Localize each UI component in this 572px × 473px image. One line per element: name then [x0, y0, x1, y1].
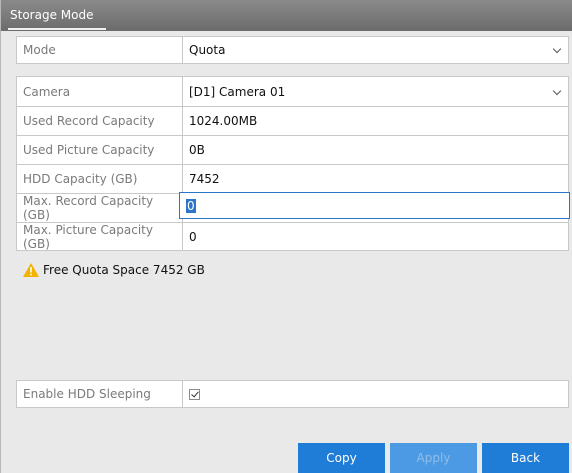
max-record-label: Max. Record Capacity (GB) [17, 194, 183, 222]
max-picture-label: Max. Picture Capacity (GB) [17, 223, 183, 251]
used-picture-value: 0B [189, 143, 205, 157]
max-picture-row: Max. Picture Capacity (GB) 0 [17, 222, 568, 251]
max-record-value: 0 [186, 199, 196, 213]
back-button[interactable]: Back [482, 443, 569, 473]
camera-label: Camera [17, 77, 183, 106]
hdd-sleeping-cell [183, 381, 568, 407]
warning-text: Free Quota Space 7452 GB [43, 263, 205, 277]
quota-settings-table: Camera [D1] Camera 01 Used Record Capaci… [16, 76, 569, 251]
free-quota-warning: Free Quota Space 7452 GB [23, 263, 205, 277]
used-record-value: 1024.00MB [189, 114, 258, 128]
hdd-capacity-label: HDD Capacity (GB) [17, 165, 183, 193]
chevron-down-icon [552, 44, 562, 54]
storage-mode-dialog: Storage Mode Mode Quota Camera [D1] Came… [0, 0, 572, 473]
hdd-sleeping-row: Enable HDD Sleeping [16, 380, 569, 408]
title-underline [8, 28, 106, 30]
copy-button[interactable]: Copy [298, 443, 385, 473]
camera-value: [D1] Camera 01 [189, 84, 286, 99]
used-picture-row: Used Picture Capacity 0B [17, 135, 568, 164]
hdd-capacity-row: HDD Capacity (GB) 7452 [17, 164, 568, 193]
mode-value: Quota [189, 43, 226, 57]
used-record-row: Used Record Capacity 1024.00MB [17, 106, 568, 135]
window-title: Storage Mode [10, 8, 94, 22]
chevron-down-icon [552, 86, 562, 95]
mode-row: Mode Quota [16, 36, 569, 64]
camera-row: Camera [D1] Camera 01 [17, 77, 568, 106]
used-picture-label: Used Picture Capacity [17, 136, 183, 164]
camera-select[interactable]: [D1] Camera 01 [183, 77, 568, 106]
used-record-label: Used Record Capacity [17, 107, 183, 135]
mode-label: Mode [17, 37, 183, 63]
hdd-capacity-value: 7452 [189, 172, 220, 186]
max-record-input[interactable]: 0 [179, 192, 570, 219]
warning-icon [23, 263, 39, 277]
mode-select[interactable]: Quota [183, 37, 568, 63]
title-bar: Storage Mode [1, 0, 572, 31]
max-picture-input[interactable]: 0 [183, 223, 568, 251]
apply-button[interactable]: Apply [390, 443, 477, 473]
hdd-sleeping-checkbox[interactable] [189, 388, 200, 400]
max-picture-value: 0 [189, 230, 197, 244]
hdd-sleeping-label: Enable HDD Sleeping [17, 381, 183, 407]
